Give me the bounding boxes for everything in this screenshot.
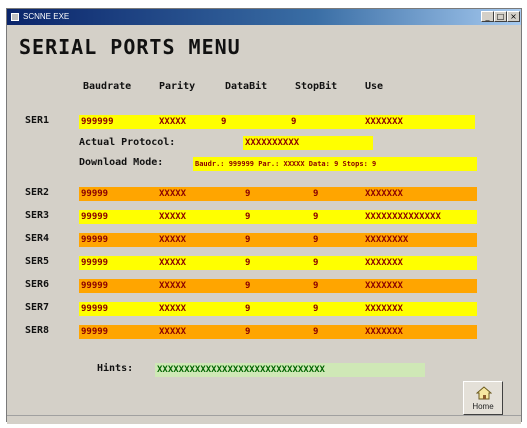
ser5-use-field[interactable]: XXXXXXX — [363, 256, 475, 270]
ser3-baud-field[interactable]: 99999 — [79, 210, 157, 224]
ser2-stopbit-field[interactable]: 9 — [311, 187, 351, 201]
hints-label: Hints: — [97, 363, 134, 374]
ser2-baud-field[interactable]: 99999 — [79, 187, 157, 201]
header-databit: DataBit — [225, 81, 268, 92]
ser1-parity-field[interactable]: XXXXX — [157, 115, 219, 129]
actual-protocol-field[interactable]: XXXXXXXXXX — [243, 136, 373, 150]
ser2-use-field[interactable]: XXXXXXX — [363, 187, 475, 201]
port-label-ser5: SER5 — [25, 256, 50, 267]
ser6-databit-field[interactable]: 9 — [243, 279, 283, 293]
ser3-stopbit-field[interactable]: 9 — [311, 210, 351, 224]
download-mode-field[interactable]: Baudr.: 999999 Par.: XXXXX Data: 9 Stops… — [193, 157, 477, 171]
scnne-window: SCNNE EXE _ □ × SERIAL PORTS MENU Baudra… — [6, 8, 522, 424]
ser5-databit-field[interactable]: 9 — [243, 256, 283, 270]
download-mode-label: Download Mode: — [79, 157, 164, 168]
ser8-use-field[interactable]: XXXXXXX — [363, 325, 475, 339]
ser7-stopbit-field[interactable]: 9 — [311, 302, 351, 316]
window-title: SCNNE EXE — [23, 12, 70, 21]
title-bar: SCNNE EXE _ □ × — [7, 9, 521, 25]
ser7-databit-field[interactable]: 9 — [243, 302, 283, 316]
port-label-ser2: SER2 — [25, 187, 50, 198]
ser8-baud-field[interactable]: 99999 — [79, 325, 157, 339]
home-icon — [476, 386, 492, 400]
port-label-ser6: SER6 — [25, 279, 50, 290]
header-use: Use — [365, 81, 384, 92]
home-button-label: Home — [472, 402, 494, 411]
ser1-stopbit-field[interactable]: 9 — [289, 115, 363, 129]
ser4-stopbit-field[interactable]: 9 — [311, 233, 351, 247]
ser1-baud-field[interactable]: 999999 — [79, 115, 167, 129]
status-bar — [7, 415, 521, 424]
ser7-use-field[interactable]: XXXXXXX — [363, 302, 475, 316]
close-button[interactable]: × — [507, 11, 520, 22]
header-stopbit: StopBit — [295, 81, 338, 92]
port-label-ser7: SER7 — [25, 302, 50, 313]
ser6-stopbit-field[interactable]: 9 — [311, 279, 351, 293]
port-label-ser4: SER4 — [25, 233, 50, 244]
header-parity: Parity — [159, 81, 196, 92]
ser4-use-field[interactable]: XXXXXXXX — [363, 233, 475, 247]
ser1-databit-field[interactable]: 9 — [219, 115, 289, 129]
ser6-parity-field[interactable]: XXXXX — [157, 279, 219, 293]
actual-protocol-label: Actual Protocol: — [79, 137, 176, 148]
ser4-databit-field[interactable]: 9 — [243, 233, 283, 247]
ser3-use-field[interactable]: XXXXXXXXXXXXXX — [363, 210, 477, 224]
ser8-stopbit-field[interactable]: 9 — [311, 325, 351, 339]
port-label-ser8: SER8 — [25, 325, 50, 336]
ser4-baud-field[interactable]: 99999 — [79, 233, 157, 247]
port-label-ser3: SER3 — [25, 210, 50, 221]
ser1-use-field[interactable]: XXXXXXX — [363, 115, 475, 129]
ser5-parity-field[interactable]: XXXXX — [157, 256, 219, 270]
port-label-ser1: SER1 — [25, 115, 50, 126]
ser3-parity-field[interactable]: XXXXX — [157, 210, 219, 224]
ser8-databit-field[interactable]: 9 — [243, 325, 283, 339]
minimize-button[interactable]: _ — [481, 11, 494, 22]
ser5-stopbit-field[interactable]: 9 — [311, 256, 351, 270]
home-button[interactable]: Home — [463, 381, 503, 415]
page-title: SERIAL PORTS MENU — [19, 35, 241, 59]
ser2-parity-field[interactable]: XXXXX — [157, 187, 219, 201]
ser2-databit-field[interactable]: 9 — [243, 187, 283, 201]
header-baudrate: Baudrate — [83, 81, 132, 92]
ser3-databit-field[interactable]: 9 — [243, 210, 283, 224]
maximize-button[interactable]: □ — [494, 11, 507, 22]
ser6-use-field[interactable]: XXXXXXX — [363, 279, 475, 293]
ser8-parity-field[interactable]: XXXXX — [157, 325, 219, 339]
ser7-parity-field[interactable]: XXXXX — [157, 302, 219, 316]
ser5-baud-field[interactable]: 99999 — [79, 256, 157, 270]
hints-field: XXXXXXXXXXXXXXXXXXXXXXXXXXXXXXX — [155, 363, 425, 377]
ser6-baud-field[interactable]: 99999 — [79, 279, 157, 293]
ser4-parity-field[interactable]: XXXXX — [157, 233, 219, 247]
app-icon — [11, 13, 19, 21]
ser7-baud-field[interactable]: 99999 — [79, 302, 157, 316]
